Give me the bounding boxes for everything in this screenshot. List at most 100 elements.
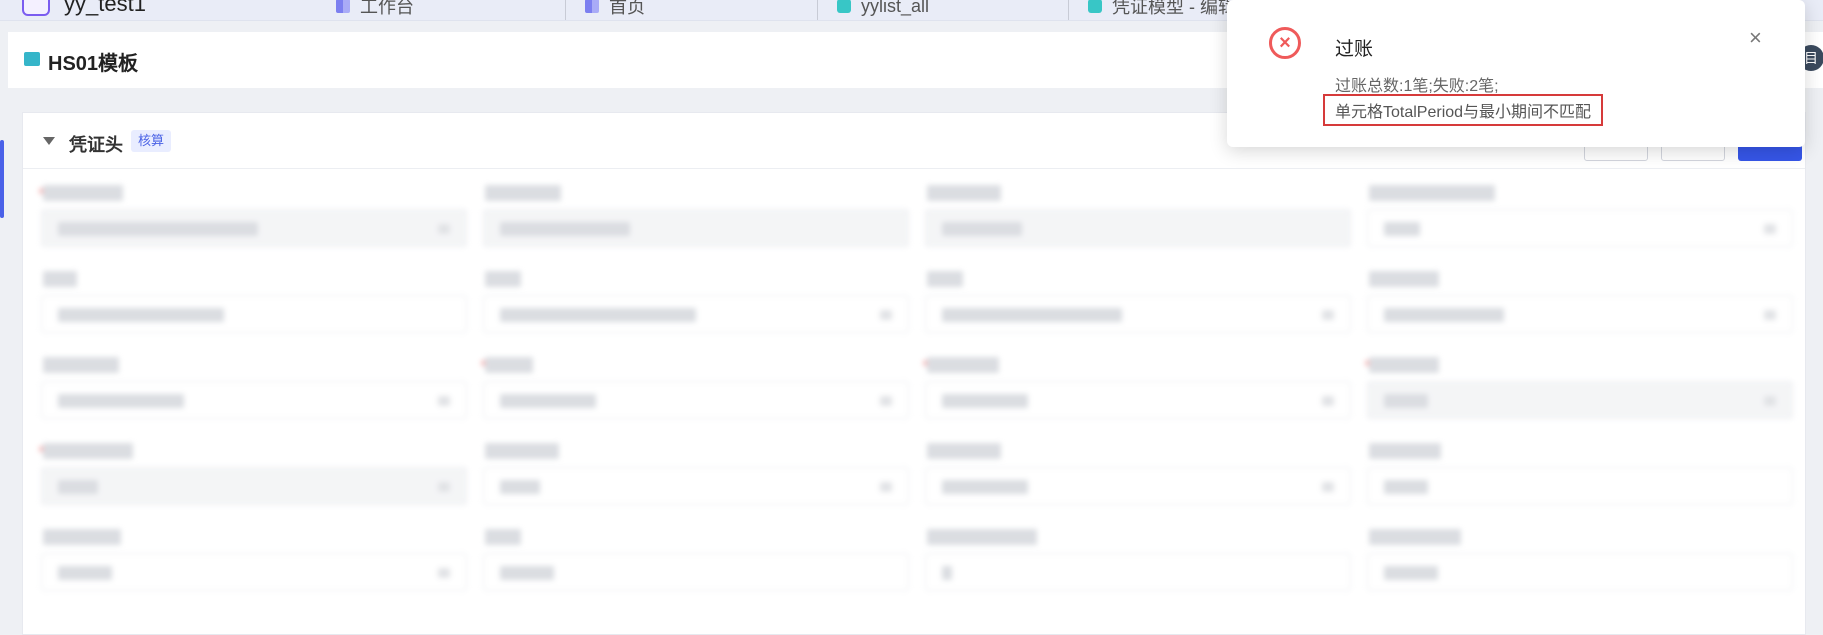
field-input[interactable] (1367, 209, 1793, 247)
tab-label: 凭证模型 - 编辑 (1112, 0, 1236, 17)
section-title: 凭证头 (69, 135, 123, 155)
notification-summary: 过账总数:1笔;失败:2笔; (1335, 78, 1499, 95)
form-field (1367, 181, 1793, 251)
field-label (485, 357, 533, 373)
field-label (927, 185, 1001, 201)
list-icon (837, 0, 851, 13)
field-input[interactable] (41, 553, 467, 591)
tab-voucher-model[interactable]: 凭证模型 - 编辑 (1088, 0, 1236, 18)
field-label (1369, 271, 1439, 287)
form-field (41, 353, 467, 423)
tab-label: 首页 (609, 0, 645, 17)
chevron-down-icon (1764, 396, 1776, 406)
field-label (43, 185, 123, 201)
chevron-down-icon (438, 396, 450, 406)
tab-divider (565, 0, 566, 20)
field-label (1369, 185, 1495, 201)
form-field (925, 439, 1351, 509)
tab-label: 工作台 (360, 0, 414, 17)
field-label (43, 443, 133, 459)
field-label (1369, 357, 1439, 373)
chevron-down-icon (1764, 224, 1776, 234)
field-input[interactable] (41, 209, 467, 247)
field-input[interactable] (925, 209, 1351, 247)
form-field (483, 181, 909, 251)
form-field (1367, 439, 1793, 509)
form-field (1365, 353, 1793, 423)
field-label (43, 529, 121, 545)
tab-divider (1068, 0, 1069, 20)
field-input[interactable] (483, 553, 909, 591)
field-input[interactable] (483, 381, 909, 419)
calendar-icon (438, 568, 450, 578)
chevron-down-icon (880, 310, 892, 320)
model-icon (1088, 0, 1102, 13)
app-name[interactable]: yy_test1 (64, 0, 146, 17)
form-field (481, 353, 909, 423)
field-input[interactable] (483, 295, 909, 333)
notification-title: 过账 (1335, 39, 1374, 60)
field-input[interactable] (925, 295, 1351, 333)
voucher-header-card: 凭证头 核算 (22, 112, 1806, 635)
home-icon (585, 0, 599, 13)
error-notification: × 过账 × 过账总数:1笔;失败:2笔; 单元格TotalPeriod与最小期… (1227, 0, 1805, 147)
form-field (925, 267, 1351, 337)
field-input[interactable] (1367, 467, 1793, 505)
field-input[interactable] (1367, 553, 1793, 591)
sidebar-active-indicator (0, 140, 4, 218)
form-field (39, 439, 467, 509)
field-label (43, 357, 119, 373)
chevron-down-icon (880, 396, 892, 406)
dashboard-icon (336, 0, 350, 13)
form-field (41, 267, 467, 337)
field-label (927, 529, 1037, 545)
tab-divider (817, 0, 818, 20)
tab-workbench[interactable]: 工作台 (336, 0, 414, 18)
field-input[interactable] (1367, 295, 1793, 333)
form-field (925, 525, 1351, 595)
template-icon (24, 52, 40, 66)
field-input[interactable] (925, 381, 1351, 419)
field-label (485, 271, 521, 287)
form-field (923, 353, 1351, 423)
form-field (483, 439, 909, 509)
chevron-down-icon (438, 224, 450, 234)
form-field (41, 525, 467, 595)
field-input[interactable] (483, 467, 909, 505)
field-input[interactable] (925, 553, 1351, 591)
chevron-down-icon (1322, 310, 1334, 320)
tab-yylist-all[interactable]: yylist_all (837, 0, 929, 18)
field-label (43, 271, 77, 287)
field-label (1369, 529, 1461, 545)
chevron-down-icon (438, 482, 450, 492)
section-tag: 核算 (131, 130, 172, 152)
close-icon[interactable]: × (1749, 27, 1762, 49)
field-label (927, 443, 1001, 459)
form-field (39, 181, 467, 251)
field-input[interactable] (925, 467, 1351, 505)
notification-error-detail: 单元格TotalPeriod与最小期间不匹配 (1323, 94, 1604, 126)
field-label (927, 357, 999, 373)
field-label (927, 271, 963, 287)
field-label (1369, 443, 1441, 459)
field-input[interactable] (1367, 381, 1793, 419)
field-input[interactable] (41, 467, 467, 505)
field-input[interactable] (483, 209, 909, 247)
collapse-caret-icon[interactable] (43, 137, 55, 145)
form-field (925, 181, 1351, 251)
page-title: HS01模板 (48, 53, 139, 75)
field-label (485, 443, 559, 459)
field-input[interactable] (41, 295, 467, 333)
app-icon (22, 0, 50, 16)
chevron-down-icon (1322, 396, 1334, 406)
form-field (1367, 525, 1793, 595)
form-field (1367, 267, 1793, 337)
form-field (483, 525, 909, 595)
tab-label: yylist_all (861, 0, 930, 16)
field-input[interactable] (41, 381, 467, 419)
tab-home[interactable]: 首页 (585, 0, 645, 18)
voucher-form (39, 181, 1801, 621)
field-label (485, 185, 561, 201)
chevron-down-icon (1764, 310, 1776, 320)
error-circle-icon: × (1269, 27, 1301, 59)
